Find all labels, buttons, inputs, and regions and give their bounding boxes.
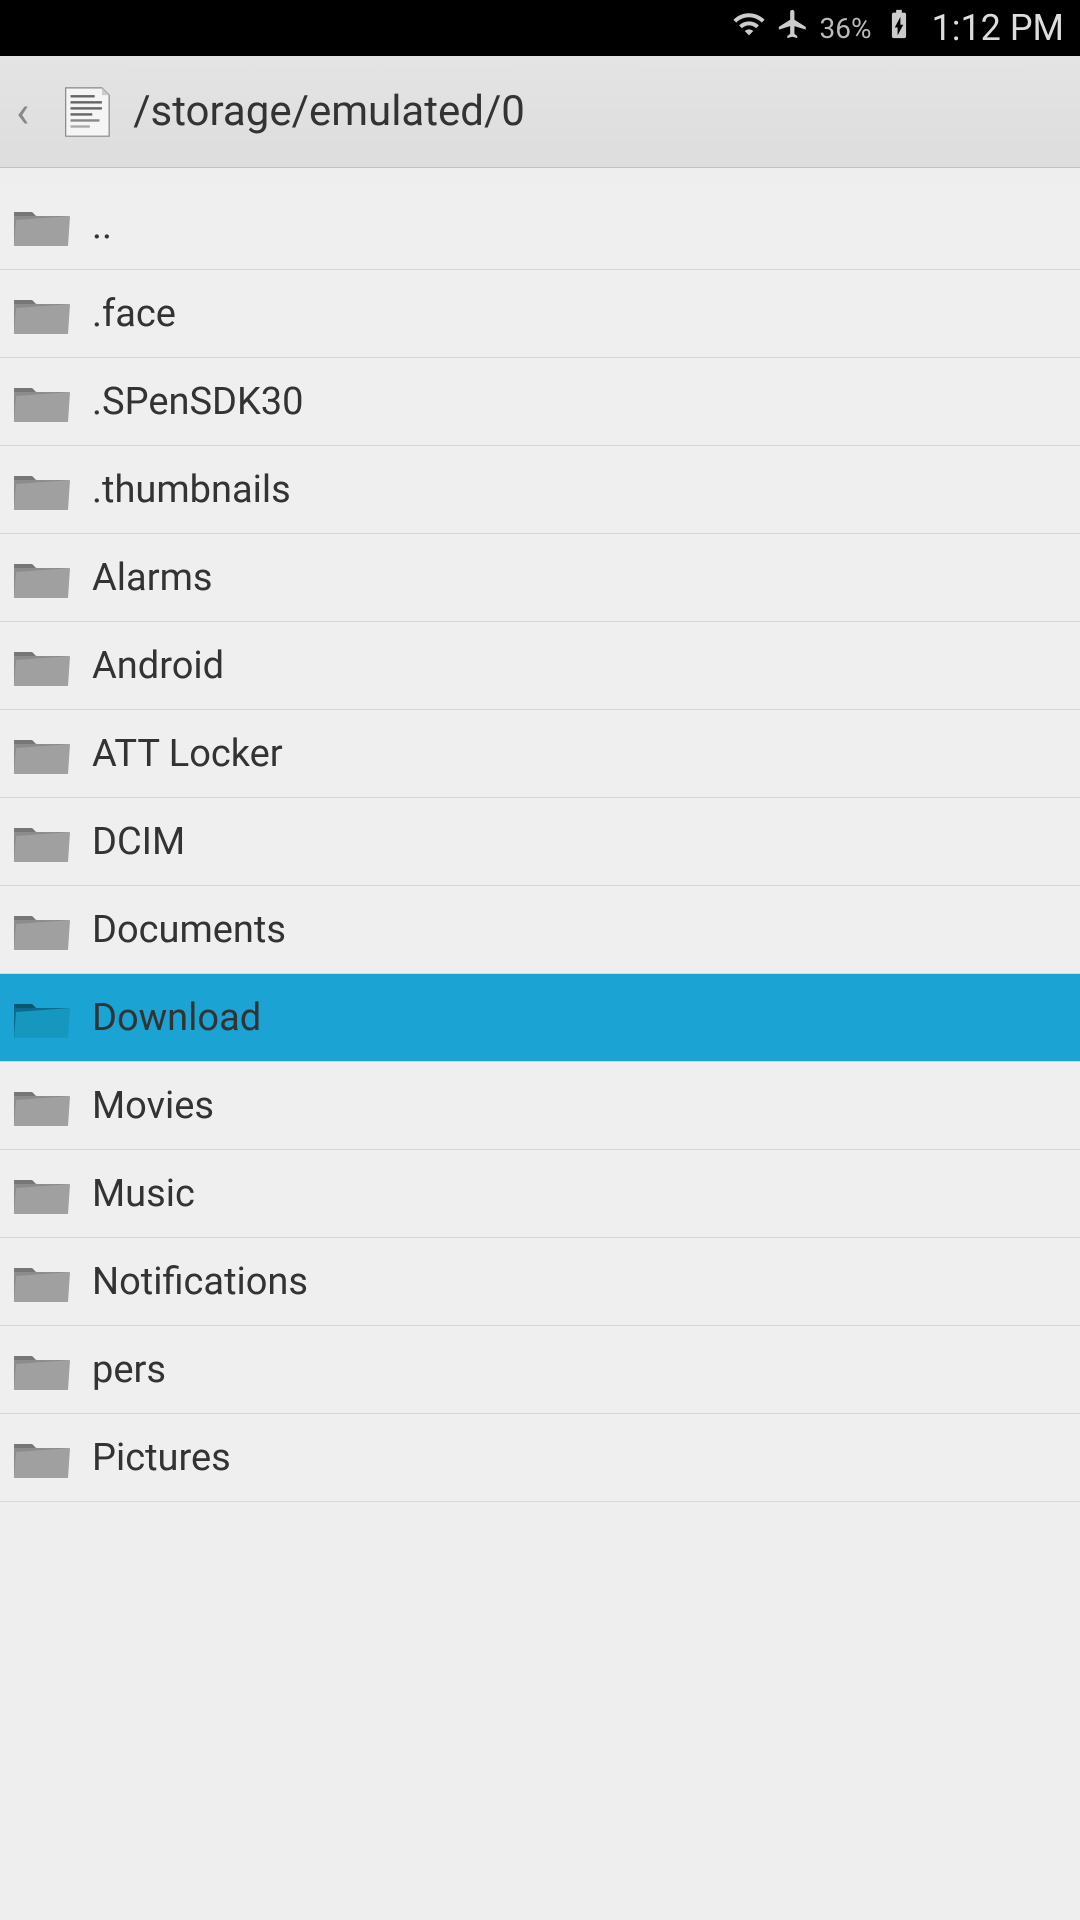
back-icon[interactable]: ‹ — [8, 86, 37, 138]
folder-icon — [12, 553, 72, 603]
file-label: ATT Locker — [92, 732, 283, 776]
battery-charging-icon — [882, 7, 916, 49]
file-row[interactable]: Music — [0, 1150, 1080, 1238]
file-list[interactable]: .. .face .SPenSDK30 .thumbnails Alarms — [0, 168, 1080, 1502]
file-row[interactable]: Pictures — [0, 1414, 1080, 1502]
file-label: pers — [92, 1348, 166, 1392]
file-label: Android — [92, 644, 224, 688]
folder-icon — [12, 289, 72, 339]
file-label: .thumbnails — [92, 468, 291, 512]
file-label: .SPenSDK30 — [92, 380, 304, 424]
folder-icon — [12, 1257, 72, 1307]
wifi-icon — [732, 7, 766, 49]
file-row[interactable]: Documents — [0, 886, 1080, 974]
file-row[interactable]: Alarms — [0, 534, 1080, 622]
app-bar: ‹ /storage/emulated/0 — [0, 56, 1080, 168]
folder-icon — [12, 1345, 72, 1395]
file-label: Pictures — [92, 1436, 231, 1480]
folder-icon — [12, 1169, 72, 1219]
file-label: Notifications — [92, 1260, 308, 1304]
file-label: .. — [92, 204, 112, 248]
file-label: Documents — [92, 908, 286, 952]
folder-icon — [12, 641, 72, 691]
folder-icon — [12, 201, 72, 251]
app-icon — [53, 80, 117, 144]
file-row[interactable]: .face — [0, 270, 1080, 358]
file-row[interactable]: ATT Locker — [0, 710, 1080, 798]
file-label: DCIM — [92, 820, 185, 864]
clock: 1:12 PM — [932, 7, 1065, 49]
file-label: Movies — [92, 1084, 214, 1128]
file-label: Alarms — [92, 556, 213, 600]
file-row[interactable]: Android — [0, 622, 1080, 710]
folder-icon — [12, 993, 72, 1043]
breadcrumb: /storage/emulated/0 — [133, 87, 525, 136]
file-row[interactable]: DCIM — [0, 798, 1080, 886]
file-row[interactable]: .. — [0, 182, 1080, 270]
file-label: Download — [92, 996, 261, 1040]
file-row[interactable]: Movies — [0, 1062, 1080, 1150]
airplane-icon — [776, 7, 810, 49]
folder-icon — [12, 1433, 72, 1483]
file-row[interactable]: .SPenSDK30 — [0, 358, 1080, 446]
folder-icon — [12, 817, 72, 867]
battery-percentage: 36% — [820, 12, 872, 45]
file-row[interactable]: .thumbnails — [0, 446, 1080, 534]
folder-icon — [12, 377, 72, 427]
folder-icon — [12, 1081, 72, 1131]
folder-icon — [12, 729, 72, 779]
folder-icon — [12, 465, 72, 515]
file-row[interactable]: Notifications — [0, 1238, 1080, 1326]
status-bar: 36% 1:12 PM — [0, 0, 1080, 56]
folder-icon — [12, 905, 72, 955]
file-label: .face — [92, 292, 176, 336]
file-row[interactable]: Download — [0, 974, 1080, 1062]
file-label: Music — [92, 1172, 195, 1216]
file-row[interactable]: pers — [0, 1326, 1080, 1414]
